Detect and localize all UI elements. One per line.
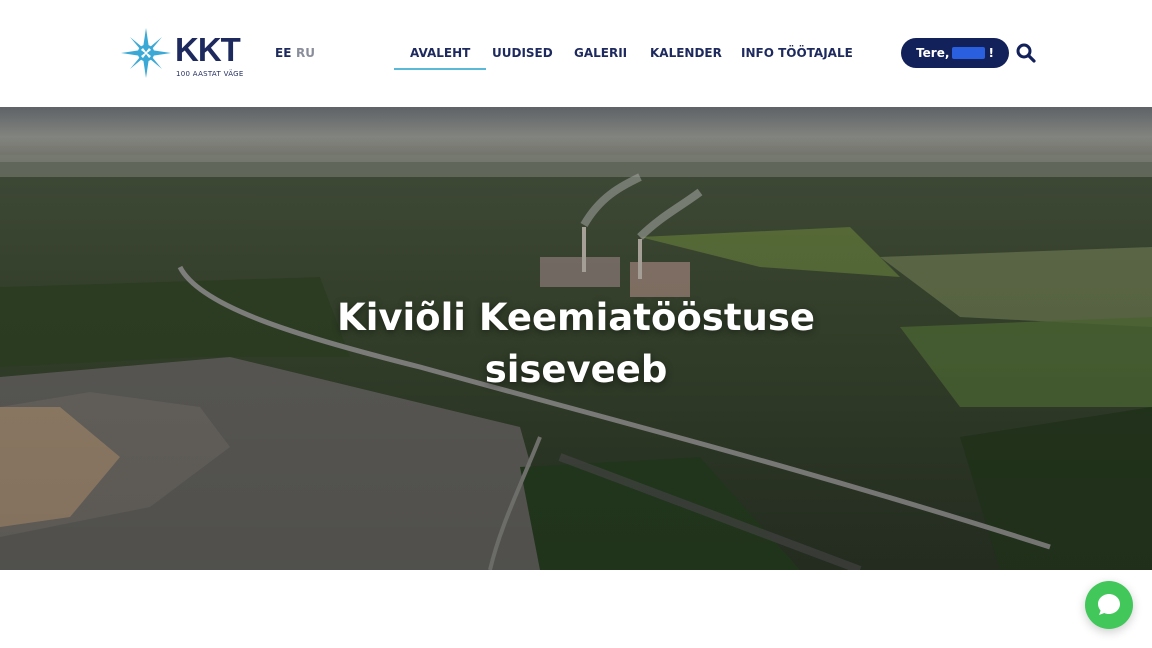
- user-greeting-button[interactable]: Tere, !: [901, 38, 1009, 68]
- greeting-prefix: Tere,: [916, 46, 950, 60]
- hero-banner: Kiviõli Keemiatööstuse siseveeb: [0, 107, 1152, 570]
- greeting-suffix: !: [988, 46, 994, 60]
- nav-avaleht[interactable]: AVALEHT: [393, 46, 487, 70]
- hero-title-line2: siseveeb: [484, 348, 668, 391]
- hero-title: Kiviõli Keemiatööstuse siseveeb: [276, 292, 876, 396]
- site-logo[interactable]: KKT 100 AASTAT VÄGE: [121, 28, 251, 80]
- lang-ee-link[interactable]: EE: [275, 46, 291, 60]
- nav-galerii[interactable]: GALERII: [574, 46, 627, 60]
- chat-bubble-icon: [1098, 594, 1120, 615]
- hero-title-line1: Kiviõli Keemiatööstuse: [337, 296, 815, 339]
- nav-info-tootajale[interactable]: INFO TÖÖTAJALE: [741, 46, 853, 60]
- redacted-username: [952, 47, 986, 59]
- site-header: KKT 100 AASTAT VÄGE EE RU AVALEHT UUDISE…: [0, 0, 1152, 107]
- search-icon[interactable]: [1016, 43, 1036, 63]
- compass-star-logo-icon: [121, 28, 171, 78]
- chat-button[interactable]: [1085, 581, 1133, 629]
- logo-tagline: 100 AASTAT VÄGE: [176, 70, 244, 78]
- logo-brand: KKT: [175, 31, 241, 68]
- nav-kalender[interactable]: KALENDER: [650, 46, 722, 60]
- nav-uudised[interactable]: UUDISED: [492, 46, 553, 60]
- lang-ru-link[interactable]: RU: [296, 46, 315, 60]
